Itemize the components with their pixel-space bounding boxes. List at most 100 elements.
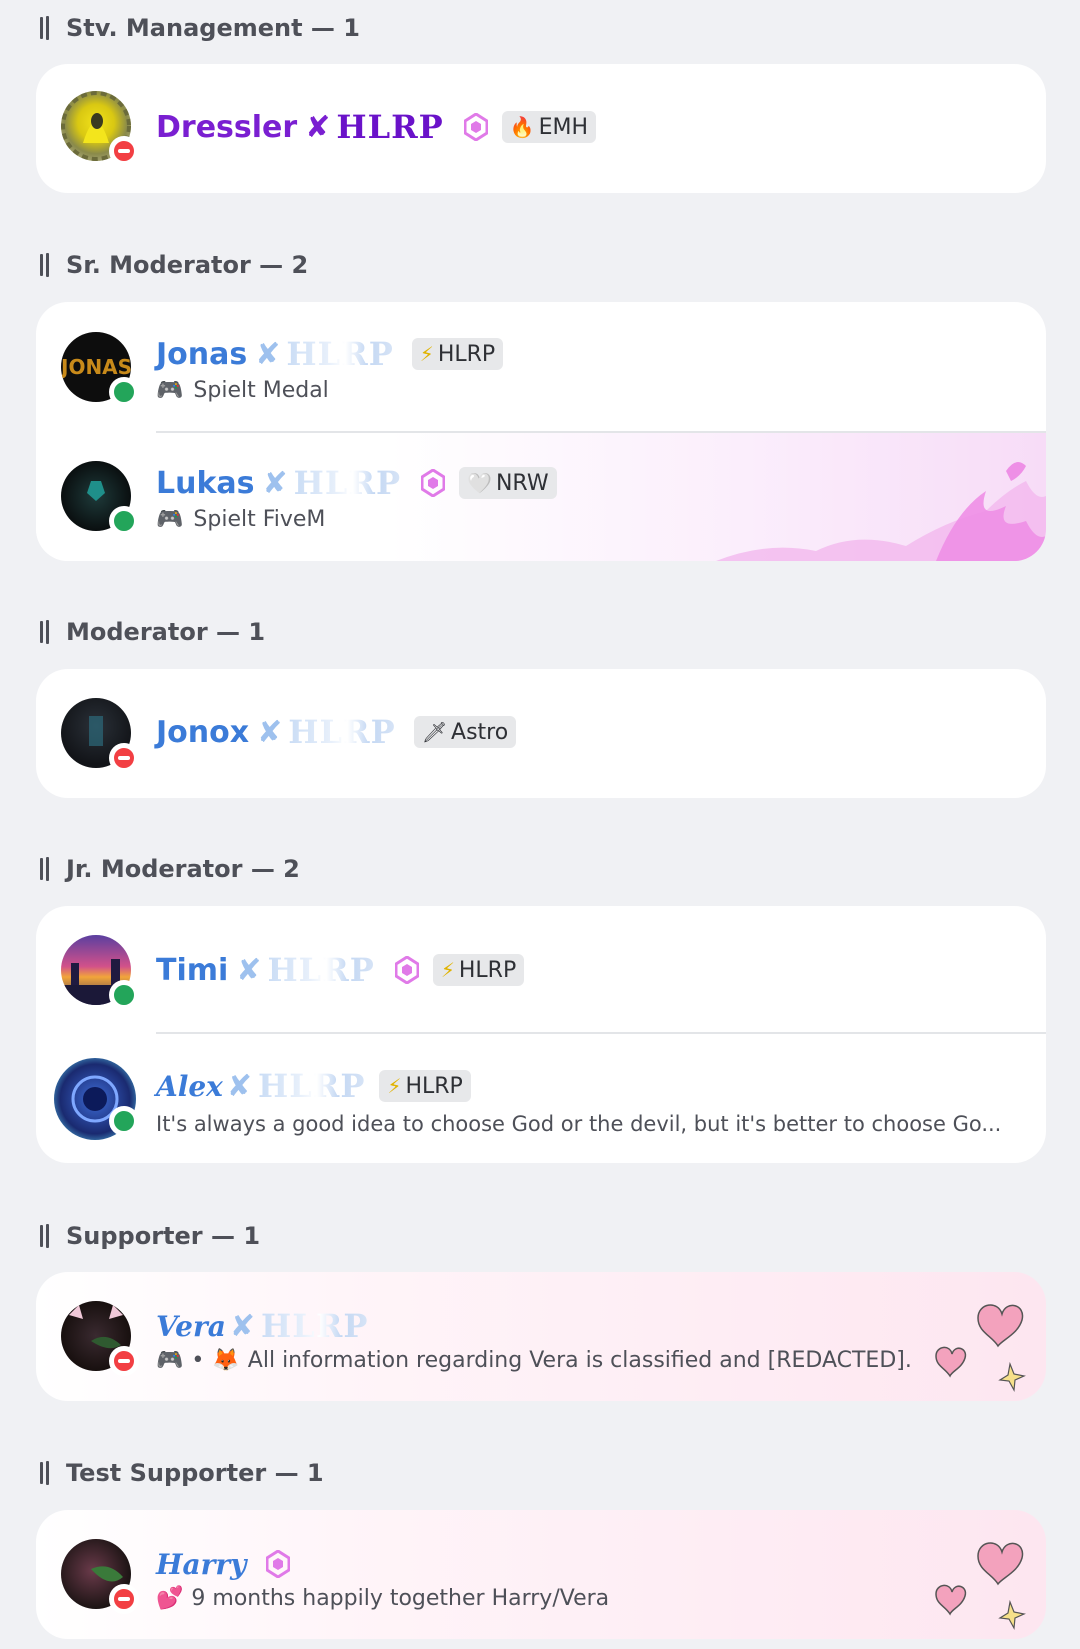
- custom-status-text: All information regarding Vera is classi…: [247, 1348, 912, 1373]
- section-title: Jr. Moderator — 2: [66, 855, 300, 883]
- guild-badge[interactable]: 🤍 NRW: [459, 467, 557, 499]
- guild-badge[interactable]: 🗡 Astro: [413, 716, 517, 748]
- member-row-vera[interactable]: Vera ✘ HLRP 🎮 • 🦊 All information regard…: [36, 1272, 1046, 1400]
- section-header-jr-moderator: Jr. Moderator — 2: [40, 849, 300, 889]
- gamepad-icon: 🎮: [156, 1348, 184, 1373]
- section-title: Moderator — 1: [66, 618, 266, 646]
- row-divider: [156, 431, 1046, 433]
- activity-line: It's always a good idea to choose God or…: [156, 1112, 1001, 1136]
- status-online-icon: [109, 377, 139, 407]
- nitro-gem-icon: [463, 112, 489, 142]
- section-header-supporter: Supporter — 1: [40, 1216, 260, 1256]
- status-online-icon: [109, 1106, 139, 1136]
- name-line: Jonas ✘ HLRP ⚡ HLRP: [156, 332, 504, 376]
- username: Jonas: [156, 336, 248, 372]
- guild-badge[interactable]: ⚡ HLRP: [411, 338, 504, 370]
- hearts-decoration: [935, 1304, 1026, 1392]
- x-separator-icon: ✘: [236, 952, 262, 988]
- activity-text: Spielt FiveM: [193, 507, 326, 532]
- section-title: Stv. Management — 1: [66, 14, 360, 42]
- row-divider: [156, 1032, 1046, 1034]
- member-row-timi[interactable]: Timi ✘ HLRP ⚡ HLRP: [36, 906, 1046, 1032]
- member-card-test-supporter: Harry 💕 9 months happily together Harry/…: [36, 1510, 1046, 1639]
- x-separator-icon: ✘: [262, 465, 288, 501]
- section-header-stv-management: Stv. Management — 1: [40, 8, 360, 48]
- member-row-lukas[interactable]: Lukas ✘ HLRP 🤍 NRW 🎮 Spielt FiveM: [36, 431, 1046, 561]
- name-line: Alex ✘ HLRP ⚡ HLRP: [156, 1064, 471, 1108]
- x-separator-icon: ✘: [255, 336, 281, 372]
- member-row-jonox[interactable]: Jonox ✘ HLRP 🗡 Astro: [36, 669, 1046, 797]
- status-dnd-icon: [109, 136, 139, 166]
- x-separator-icon: ✘: [305, 109, 331, 145]
- section-title: Supporter — 1: [66, 1222, 261, 1250]
- collapse-bars-icon: [40, 619, 50, 645]
- gamepad-icon: 🎮: [156, 378, 184, 403]
- badge-label: EMH: [538, 114, 589, 140]
- status-dnd-icon: [109, 743, 139, 773]
- server-tag: HLRP: [336, 108, 444, 146]
- member-row-dressler[interactable]: Dressler ✘ HLRP 🔥 EMH: [36, 64, 1046, 192]
- two-hearts-icon: 💕: [156, 1586, 184, 1611]
- guild-badge[interactable]: ⚡ HLRP: [379, 1070, 471, 1102]
- badge-label: HLRP: [437, 341, 496, 367]
- member-card-jr-moderator: Timi ✘ HLRP ⚡ HLRP Alex ✘ HLRP ⚡ HLRP It…: [36, 906, 1046, 1163]
- member-card-sr-moderator: JONAS Jonas ✘ HLRP ⚡ HLRP 🎮 Spielt Medal: [36, 302, 1046, 561]
- status-dnd-icon: [109, 1584, 139, 1614]
- username: Harry: [156, 1547, 247, 1581]
- name-line: Dressler ✘ HLRP 🔥 EMH: [156, 105, 597, 149]
- member-card-moderator: Jonox ✘ HLRP 🗡 Astro: [36, 669, 1046, 798]
- badge-label: HLRP: [405, 1073, 463, 1099]
- section-title: Sr. Moderator — 2: [66, 251, 309, 279]
- guild-badge[interactable]: ⚡ HLRP: [432, 954, 525, 986]
- collapse-bars-icon: [40, 15, 50, 41]
- lightning-icon: ⚡: [440, 958, 455, 982]
- dot-separator: •: [191, 1348, 205, 1373]
- gamepad-icon: 🎮: [156, 507, 184, 532]
- collapse-bars-icon: [40, 252, 50, 278]
- x-separator-icon: ✘: [226, 1068, 253, 1104]
- collapse-bars-icon: [40, 1460, 50, 1486]
- username: Lukas: [156, 465, 255, 501]
- lightning-icon: ⚡: [419, 342, 434, 366]
- member-row-alex[interactable]: Alex ✘ HLRP ⚡ HLRP It's always a good id…: [36, 1032, 1046, 1163]
- member-row-harry[interactable]: Harry 💕 9 months happily together Harry/…: [36, 1510, 1046, 1638]
- activity-line: 🎮 Spielt Medal: [156, 378, 329, 403]
- badge-label: HLRP: [458, 957, 517, 983]
- username: Vera: [156, 1309, 226, 1343]
- name-line: Timi ✘ HLRP ⚡ HLRP: [156, 948, 525, 992]
- custom-status-text: It's always a good idea to choose God or…: [156, 1112, 1002, 1136]
- status-online-icon: [109, 506, 139, 536]
- section-header-moderator: Moderator — 1: [40, 612, 265, 652]
- section-header-test-supporter: Test Supporter — 1: [40, 1453, 324, 1493]
- flame-decoration: [716, 462, 1046, 561]
- username: Dressler: [156, 109, 298, 145]
- server-tag: HLRP: [261, 1307, 369, 1345]
- username: Jonox: [156, 714, 250, 750]
- name-line: Lukas ✘ HLRP 🤍 NRW: [156, 461, 557, 505]
- status-online-icon: [109, 980, 139, 1010]
- nitro-gem-icon: [265, 1549, 291, 1579]
- guild-badge[interactable]: 🔥 EMH: [501, 111, 597, 143]
- lightning-icon: ⚡: [387, 1074, 402, 1098]
- svg-text:JONAS: JONAS: [61, 355, 131, 379]
- nitro-gem-icon: [420, 468, 446, 498]
- name-line: Vera ✘ HLRP: [156, 1304, 368, 1348]
- member-card-stv-management: Dressler ✘ HLRP 🔥 EMH: [36, 64, 1046, 193]
- activity-text: Spielt Medal: [193, 378, 329, 403]
- x-separator-icon: ✘: [257, 714, 283, 750]
- member-row-jonas[interactable]: JONAS Jonas ✘ HLRP ⚡ HLRP 🎮 Spielt Medal: [36, 302, 1046, 431]
- fire-icon: 🔥: [509, 115, 535, 139]
- sword-icon: 🗡: [421, 720, 448, 744]
- custom-status-text: 9 months happily together Harry/Vera: [191, 1586, 610, 1611]
- username: Timi: [156, 952, 229, 988]
- collapse-bars-icon: [40, 1223, 50, 1249]
- name-line: Harry: [156, 1542, 291, 1586]
- name-line: Jonox ✘ HLRP 🗡 Astro: [156, 710, 517, 754]
- hearts-decoration: [935, 1542, 1026, 1630]
- status-dnd-icon: [109, 1346, 139, 1376]
- server-tag: HLRP: [288, 713, 396, 751]
- fox-icon: 🦊: [212, 1348, 240, 1373]
- badge-label: NRW: [495, 470, 549, 496]
- server-tag: HLRP: [293, 464, 402, 502]
- activity-line: 🎮 • 🦊 All information regarding Vera is …: [156, 1348, 912, 1373]
